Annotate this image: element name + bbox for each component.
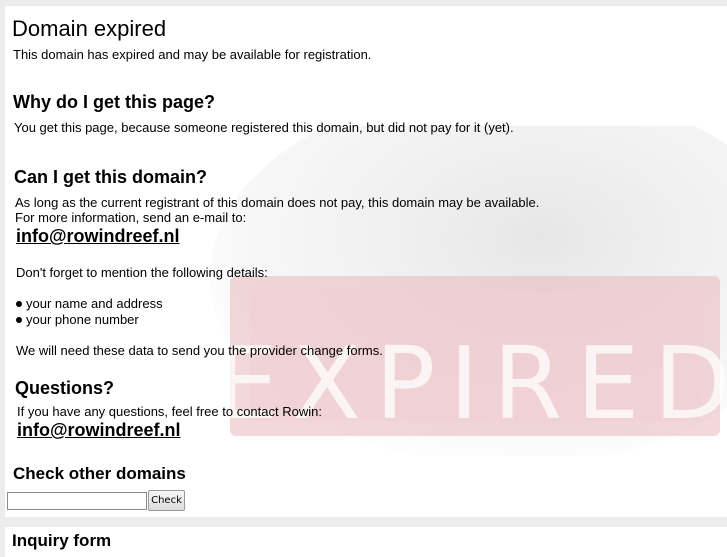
intro-text: This domain has expired and may be avail… [13,47,372,62]
can-text-1: As long as the current registrant of thi… [15,195,540,210]
can-heading: Can I get this domain? [14,167,208,187]
check-domains-heading: Check other domains [13,464,186,483]
list-item: your name and address [16,296,163,311]
check-button[interactable]: Check [148,490,185,511]
why-heading: Why do I get this page? [13,92,215,112]
bullet-icon [16,316,22,323]
questions-text: If you have any questions, feel free to … [17,404,322,419]
forms-text: We will need these data to send you the … [16,343,383,358]
domain-search-input[interactable] [7,492,147,510]
email-link-2[interactable]: info@rowindreef.nl [17,420,181,441]
questions-heading: Questions? [15,378,115,398]
details-intro: Don't forget to mention the following de… [16,265,268,280]
inquiry-panel: Inquiry form [5,527,727,557]
email-link-1[interactable]: info@rowindreef.nl [16,226,180,247]
can-text-2: For more information, send an e-mail to: [15,210,247,225]
list-item: your phone number [16,312,139,327]
inquiry-heading: Inquiry form [12,531,112,550]
main-panel: EXPIRED Domain expired This domain has e… [5,6,727,517]
page-title: Domain expired [12,16,167,41]
why-text: You get this page, because someone regis… [14,120,514,135]
list-item-label: your phone number [26,312,139,327]
bullet-icon [16,300,22,307]
list-item-label: your name and address [26,296,163,311]
